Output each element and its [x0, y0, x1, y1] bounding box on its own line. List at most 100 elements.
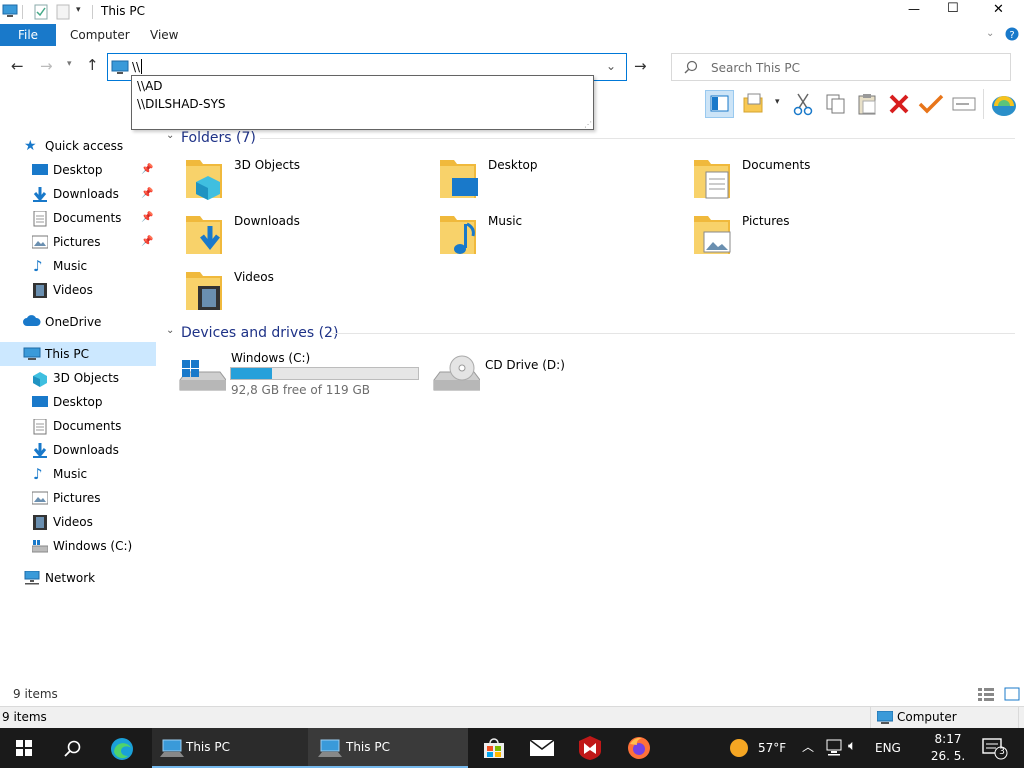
expand-ribbon-icon[interactable]: ⌄	[986, 28, 994, 39]
folder-videos[interactable]: Videos	[184, 268, 424, 322]
go-arrow-icon[interactable]: →	[634, 57, 647, 75]
download-arrow-icon	[32, 187, 48, 202]
resize-grip-icon[interactable]: ⋰	[584, 120, 592, 129]
sidebar-item-videos[interactable]: Videos	[0, 278, 156, 302]
address-input[interactable]: \\	[132, 60, 140, 74]
folders-group-header[interactable]: Folders (7)	[181, 128, 256, 148]
rename-icon[interactable]	[951, 94, 977, 114]
mcafee-button[interactable]	[568, 728, 612, 768]
folder-downloads[interactable]: Downloads	[184, 212, 424, 266]
show-hidden-icons-icon[interactable]: ︿	[802, 738, 814, 755]
suggestion-item[interactable]: \\DILSHAD-SYS	[137, 97, 226, 111]
sidebar-item-pictures[interactable]: Pictures 📌	[0, 230, 156, 254]
windows-logo-icon	[16, 740, 32, 756]
paste-icon[interactable]	[857, 92, 879, 116]
forward-arrow-icon[interactable]: →	[40, 57, 53, 75]
folder-music[interactable]: Music	[438, 212, 678, 266]
tab-view[interactable]: View	[150, 24, 178, 46]
computer-icon	[877, 711, 893, 724]
store-button[interactable]	[472, 728, 516, 768]
sidebar-item-network[interactable]: Network	[0, 566, 156, 590]
weather-temperature[interactable]: 57°F	[758, 741, 786, 755]
folder-pictures[interactable]: Pictures	[692, 212, 932, 266]
sidebar-item-onedrive[interactable]: OneDrive	[0, 310, 156, 334]
sidebar-item-label: This PC	[45, 347, 89, 361]
tab-file[interactable]: File	[0, 24, 56, 46]
folder-label: Desktop	[488, 158, 538, 172]
sidebar-item-label: Quick access	[45, 139, 124, 153]
new-folder-icon[interactable]	[56, 4, 70, 20]
customize-qat-icon[interactable]: ▾	[76, 5, 81, 15]
location-label: Computer	[897, 710, 957, 724]
collapse-chevron-icon[interactable]: ⌄	[166, 325, 174, 336]
properties-icon[interactable]	[34, 4, 48, 20]
edge-icon	[111, 738, 133, 760]
sidebar-item-desktop[interactable]: Desktop 📌	[0, 158, 156, 182]
close-button[interactable]: ✕	[993, 2, 1004, 17]
minimize-button[interactable]: —	[908, 2, 920, 16]
volume-icon[interactable]: 🔈︎	[848, 738, 856, 754]
pin-icon[interactable]: 📌	[141, 206, 153, 230]
taskbar-item-this-pc-active[interactable]: This PC	[308, 728, 468, 768]
sidebar-item-documents[interactable]: Documents 📌	[0, 206, 156, 230]
sidebar-item-downloads[interactable]: Downloads	[0, 438, 156, 462]
sidebar-item-downloads[interactable]: Downloads 📌	[0, 182, 156, 206]
input-language[interactable]: ENG	[875, 741, 901, 755]
drive-cd-d[interactable]: CD Drive (D:)	[432, 350, 672, 398]
sidebar-item-label: Windows (C:)	[53, 539, 133, 553]
weather-sun-icon[interactable]	[729, 738, 749, 758]
sidebar-item-this-pc[interactable]: This PC	[0, 342, 156, 366]
sidebar-item-label: OneDrive	[45, 315, 102, 329]
drive-usage-fill	[231, 368, 273, 379]
search-placeholder: Search This PC	[711, 61, 800, 75]
search-button[interactable]	[48, 728, 96, 768]
tab-computer[interactable]: Computer	[70, 24, 130, 46]
pin-icon[interactable]: 📌	[141, 158, 153, 182]
folder-3d-objects[interactable]: 3D Objects	[184, 156, 424, 210]
sidebar-item-videos[interactable]: Videos	[0, 510, 156, 534]
preview-pane-button[interactable]	[705, 90, 734, 118]
address-dropdown-icon[interactable]: ⌄	[606, 59, 616, 73]
folder-label: Downloads	[234, 214, 300, 228]
delete-icon[interactable]	[888, 93, 910, 115]
sidebar-item-windows-c[interactable]: Windows (C:)	[0, 534, 156, 558]
search-box[interactable]: Search This PC	[671, 53, 1011, 81]
recent-locations-icon[interactable]: ▾	[67, 59, 72, 69]
cut-icon[interactable]	[793, 92, 813, 116]
new-item-dropdown-icon[interactable]: ▾	[775, 97, 780, 107]
sidebar-item-music[interactable]: ♪ Music	[0, 462, 156, 486]
help-icon[interactable]: ?	[1005, 27, 1019, 41]
sidebar-item-quick-access[interactable]: ★ Quick access	[0, 134, 156, 158]
start-button[interactable]	[0, 728, 48, 768]
maximize-button[interactable]: ☐	[947, 1, 959, 16]
pin-icon[interactable]: 📌	[141, 182, 153, 206]
pin-icon[interactable]: 📌	[141, 230, 153, 254]
collapse-chevron-icon[interactable]: ⌄	[166, 130, 174, 141]
clock[interactable]: 8:17 26. 5. 2022	[920, 731, 976, 782]
sidebar-item-pictures[interactable]: Pictures	[0, 486, 156, 510]
firefox-button[interactable]	[616, 728, 660, 768]
details-view-icon[interactable]	[978, 687, 994, 701]
clock-date: 26. 5. 2022	[930, 749, 966, 780]
mail-button[interactable]	[520, 728, 564, 768]
large-icons-view-icon[interactable]	[1004, 687, 1020, 701]
text-cursor	[141, 59, 142, 74]
sidebar-item-music[interactable]: ♪ Music	[0, 254, 156, 278]
sidebar-item-documents[interactable]: Documents	[0, 414, 156, 438]
back-arrow-icon[interactable]: ←	[11, 57, 24, 75]
new-item-icon[interactable]	[742, 92, 768, 116]
checkmark-icon[interactable]	[918, 93, 944, 115]
edge-button[interactable]	[100, 728, 144, 768]
taskbar-item-this-pc[interactable]: This PC	[152, 728, 308, 768]
folder-documents[interactable]: Documents	[692, 156, 932, 210]
sidebar-item-desktop[interactable]: Desktop	[0, 390, 156, 414]
shell-icon[interactable]	[990, 91, 1018, 117]
drives-group-header[interactable]: Devices and drives (2)	[181, 323, 338, 343]
folder-desktop[interactable]: Desktop	[438, 156, 678, 210]
suggestion-item[interactable]: \\AD	[137, 79, 163, 93]
network-icon[interactable]	[826, 739, 842, 757]
sidebar-item-3d-objects[interactable]: 3D Objects	[0, 366, 156, 390]
up-arrow-icon[interactable]: ↑	[86, 56, 99, 74]
copy-icon[interactable]	[825, 93, 847, 115]
drive-windows-c[interactable]: Windows (C:) 92,8 GB free of 119 GB	[178, 350, 424, 398]
